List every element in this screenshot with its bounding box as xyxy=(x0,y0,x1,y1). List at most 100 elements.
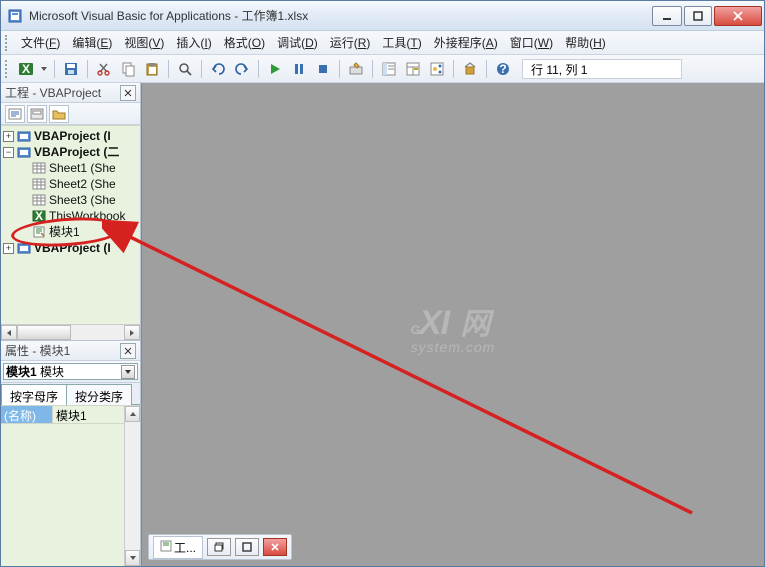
dropdown-icon[interactable] xyxy=(121,365,135,379)
find-button[interactable] xyxy=(174,58,196,80)
toggle-folders-button[interactable] xyxy=(49,105,69,123)
mdi-taskbar-item[interactable]: 工... xyxy=(153,536,203,559)
mdi-area: GGXIXI 网 system.com 工... xyxy=(141,83,764,566)
project-icon xyxy=(16,129,32,143)
menu-file[interactable]: 文件(F) xyxy=(15,32,66,53)
view-excel-button[interactable]: X xyxy=(15,58,37,80)
mdi-restore-button[interactable] xyxy=(207,538,231,556)
toolbox-button[interactable] xyxy=(459,58,481,80)
collapse-icon[interactable]: − xyxy=(3,147,14,158)
mdi-taskbar: 工... xyxy=(148,534,292,560)
break-button[interactable] xyxy=(288,58,310,80)
scroll-thumb[interactable] xyxy=(17,325,71,340)
scroll-left-button[interactable] xyxy=(1,325,17,340)
view-code-button[interactable] xyxy=(5,105,25,123)
project-toolbar xyxy=(1,103,140,125)
tree-module1[interactable]: 模块1 xyxy=(3,224,140,240)
taskbar-item-label: 工... xyxy=(174,539,196,556)
undo-button[interactable] xyxy=(207,58,229,80)
project-icon xyxy=(16,241,32,255)
properties-vscroll[interactable] xyxy=(124,406,140,566)
maximize-button[interactable] xyxy=(684,6,712,26)
selector-text: 模块1 模块 xyxy=(6,363,121,380)
project-explorer-button[interactable] xyxy=(378,58,400,80)
body-row: 工程 - VBAProject + VBAProject (I − xyxy=(1,83,764,566)
run-button[interactable] xyxy=(264,58,286,80)
properties-object-selector[interactable]: 模块1 模块 xyxy=(3,363,138,380)
tree-sheet2[interactable]: Sheet2 (She xyxy=(3,176,140,192)
tree-project-3[interactable]: + VBAProject (I xyxy=(3,240,140,256)
project-pane-close-button[interactable] xyxy=(120,85,136,101)
project-pane-label: 工程 - VBAProject xyxy=(5,84,120,101)
menu-format[interactable]: 格式(O) xyxy=(218,32,271,53)
tree-thisworkbook[interactable]: X ThisWorkbook xyxy=(3,208,140,224)
paste-button[interactable] xyxy=(141,58,163,80)
menubar-grip[interactable] xyxy=(5,35,11,51)
project-tree: + VBAProject (I − VBAProject (二 Sheet1 (… xyxy=(1,125,140,340)
mdi-maximize-button[interactable] xyxy=(235,538,259,556)
titlebar: Microsoft Visual Basic for Applications … xyxy=(1,1,764,31)
tree-sheet3[interactable]: Sheet3 (She xyxy=(3,192,140,208)
scroll-track[interactable] xyxy=(17,325,124,340)
property-row[interactable]: (名称) 模块1 xyxy=(1,406,140,424)
toolbar-grip[interactable] xyxy=(5,60,11,78)
properties-window-button[interactable] xyxy=(402,58,424,80)
tree-label: ThisWorkbook xyxy=(49,208,125,224)
menu-debug[interactable]: 调试(D) xyxy=(271,32,324,53)
svg-text:X: X xyxy=(35,210,43,222)
tree-sheet1[interactable]: Sheet1 (She xyxy=(3,160,140,176)
insert-dropdown[interactable] xyxy=(39,65,49,73)
menu-run[interactable]: 运行(R) xyxy=(324,32,377,53)
tab-categorized[interactable]: 按分类序 xyxy=(66,384,132,405)
close-button[interactable] xyxy=(714,6,762,26)
menubar: 文件(F) 编辑(E) 视图(V) 插入(I) 格式(O) 调试(D) 运行(R… xyxy=(1,31,764,55)
tree-project-2[interactable]: − VBAProject (二 xyxy=(3,144,140,160)
reset-button[interactable] xyxy=(312,58,334,80)
module-icon xyxy=(160,540,172,555)
app-icon xyxy=(7,8,23,24)
properties-grid: (名称) 模块1 xyxy=(1,405,140,566)
tree-label: Sheet3 (She xyxy=(49,192,116,208)
scroll-track[interactable] xyxy=(125,422,140,550)
view-object-button[interactable] xyxy=(27,105,47,123)
window-title: Microsoft Visual Basic for Applications … xyxy=(29,7,650,24)
scroll-up-button[interactable] xyxy=(125,406,140,422)
property-name: (名称) xyxy=(1,406,53,423)
properties-pane: 属性 - 模块1 模块1 模块 按字母序 按分类序 (名称) 模块 xyxy=(1,340,140,566)
copy-button[interactable] xyxy=(117,58,139,80)
project-pane-title: 工程 - VBAProject xyxy=(1,83,140,103)
design-mode-button[interactable] xyxy=(345,58,367,80)
properties-tabs: 按字母序 按分类序 xyxy=(1,383,140,405)
worksheet-icon xyxy=(31,161,47,175)
svg-text:?: ? xyxy=(499,62,506,76)
redo-button[interactable] xyxy=(231,58,253,80)
scroll-right-button[interactable] xyxy=(124,325,140,340)
minimize-button[interactable] xyxy=(652,6,682,26)
mdi-close-button[interactable] xyxy=(263,538,287,556)
worksheet-icon xyxy=(31,193,47,207)
menu-edit[interactable]: 编辑(E) xyxy=(66,32,118,53)
expand-icon[interactable]: + xyxy=(3,243,14,254)
save-button[interactable] xyxy=(60,58,82,80)
menu-view[interactable]: 视图(V) xyxy=(118,32,170,53)
menu-help[interactable]: 帮助(H) xyxy=(559,32,612,53)
svg-text:X: X xyxy=(22,62,30,76)
menu-window[interactable]: 窗口(W) xyxy=(504,32,559,53)
expand-icon[interactable]: + xyxy=(3,131,14,142)
tree-label: 模块1 xyxy=(49,224,80,240)
menu-insert[interactable]: 插入(I) xyxy=(170,32,217,53)
object-browser-button[interactable] xyxy=(426,58,448,80)
tab-alphabetic[interactable]: 按字母序 xyxy=(1,384,67,405)
scroll-down-button[interactable] xyxy=(125,550,140,566)
cut-button[interactable] xyxy=(93,58,115,80)
project-tree-hscroll[interactable] xyxy=(1,324,140,340)
cursor-position-field: 行 11, 列 1 xyxy=(522,59,682,79)
tree-project-1[interactable]: + VBAProject (I xyxy=(3,128,140,144)
menu-addins[interactable]: 外接程序(A) xyxy=(428,32,504,53)
properties-pane-close-button[interactable] xyxy=(120,343,136,359)
menu-tools[interactable]: 工具(T) xyxy=(376,32,427,53)
help-button[interactable]: ? xyxy=(492,58,514,80)
properties-pane-label: 属性 - 模块1 xyxy=(5,342,120,359)
annotation-arrow xyxy=(102,83,722,563)
tree-label: Sheet2 (She xyxy=(49,176,116,192)
